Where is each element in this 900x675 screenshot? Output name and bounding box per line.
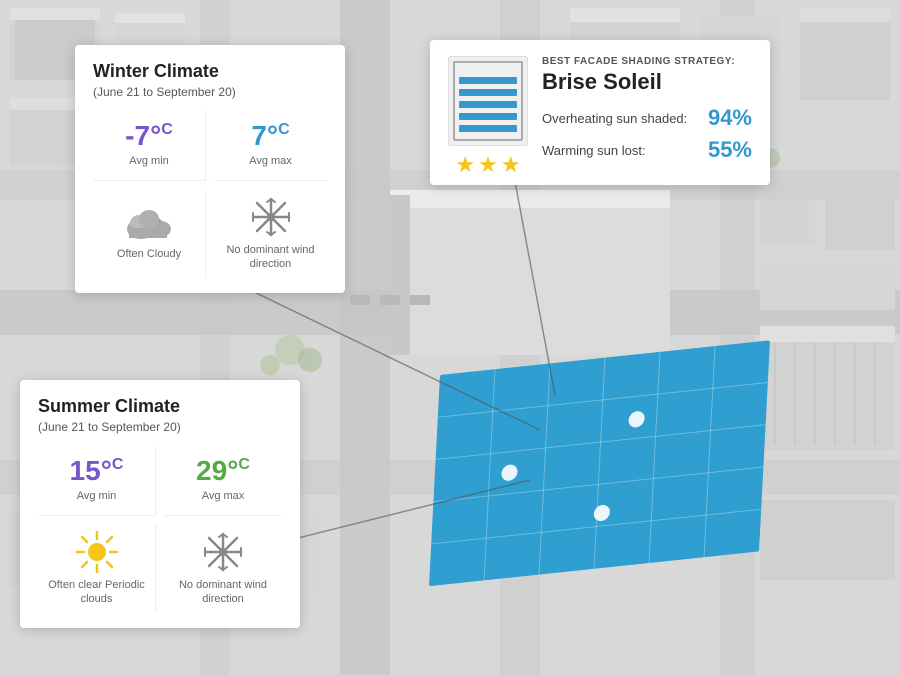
winter-climate-card: Winter Climate (June 21 to September 20)… [75,45,345,293]
overheating-label: Overheating sun shaded: [542,111,687,126]
winter-avg-min-label: Avg min [129,154,169,168]
cloud-icon [123,205,175,243]
winter-wind-label: No dominant wind direction [218,243,323,272]
summer-avg-min-label: Avg min [77,489,117,503]
shading-strategy-label: BEST FACADE SHADING STRATEGY: [542,56,752,67]
summer-wind-cell: No dominant wind direction [164,524,282,613]
summer-avg-max-cell: 29°C Avg max [164,446,282,516]
winter-avg-max-value: 7°C [251,122,289,150]
winter-sky-cell: Often Cloudy [93,189,206,278]
warming-row: Warming sun lost: 55% [542,137,752,163]
winter-wind-cell: No dominant wind direction [214,189,327,278]
winter-avg-max-cell: 7°C Avg max [214,111,327,181]
summer-stats-grid: 15°C Avg min 29°C Avg max [38,446,282,613]
overheating-row: Overheating sun shaded: 94% [542,105,752,131]
brise-illustration [448,56,528,146]
star-3: ★ [501,152,521,178]
brise-soleil-image: ★ ★ ★ [448,56,528,146]
wind-icon [249,195,293,239]
summer-sky-label: Often clear Periodic clouds [42,578,151,607]
winter-avg-min-cell: -7°C Avg min [93,111,206,181]
wind-icon-summer [201,530,245,574]
overheating-value: 94% [708,105,752,131]
shading-strategy-name: Brise Soleil [542,69,752,95]
winter-stats-grid: -7°C Avg min 7°C Avg max Often Cloudy [93,111,327,278]
star-2: ★ [478,152,498,178]
summer-subtitle: (June 21 to September 20) [38,420,282,434]
winter-subtitle: (June 21 to September 20) [93,85,327,99]
summer-climate-card: Summer Climate (June 21 to September 20)… [20,380,300,628]
shading-strategy-card: ★ ★ ★ BEST FACADE SHADING STRATEGY: Bris… [430,40,770,185]
summer-avg-max-value: 29°C [196,457,250,485]
summer-wind-label: No dominant wind direction [168,578,278,607]
warming-value: 55% [708,137,752,163]
summer-avg-min-cell: 15°C Avg min [38,446,156,516]
winter-avg-max-label: Avg max [249,154,292,168]
summer-avg-min-value: 15°C [70,457,124,485]
winter-sky-label: Often Cloudy [117,247,181,261]
winter-avg-min-value: -7°C [125,122,173,150]
summer-sky-cell: Often clear Periodic clouds [38,524,156,613]
summer-title: Summer Climate [38,396,282,418]
stars-container: ★ ★ ★ [448,152,528,178]
summer-avg-max-label: Avg max [202,489,245,503]
warming-label: Warming sun lost: [542,143,646,158]
sun-icon [75,530,119,574]
winter-title: Winter Climate [93,61,327,83]
shading-info: BEST FACADE SHADING STRATEGY: Brise Sole… [542,56,752,169]
shading-inner: ★ ★ ★ BEST FACADE SHADING STRATEGY: Bris… [448,56,752,169]
star-1: ★ [455,152,475,178]
